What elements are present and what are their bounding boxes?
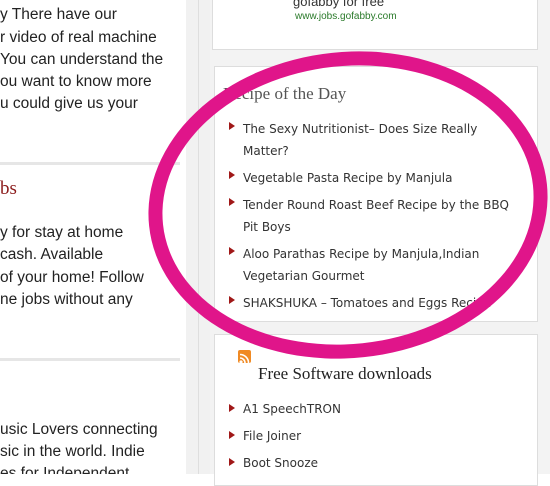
bullet-arrow-icon (229, 296, 235, 304)
recipe-widget-title: Recipe of the Day (223, 84, 347, 103)
bullet-arrow-icon (229, 122, 235, 130)
recipe-link[interactable]: Matter? (243, 140, 289, 162)
ad-url-link[interactable]: www.jobs.gofabby.com (295, 11, 397, 22)
section-heading-jobs[interactable]: bs (0, 178, 17, 200)
recipe-link[interactable]: Pit Boys (243, 216, 291, 238)
rss-feed-icon[interactable] (238, 350, 251, 363)
article-text-line: cash. Available (0, 246, 104, 263)
recipe-link[interactable]: The Sexy Nutritionist– Does Size Really (243, 118, 477, 140)
recipe-link[interactable]: Vegetable Pasta Recipe by Manjula (243, 167, 452, 189)
software-link[interactable]: A1 SpeechTRON (243, 398, 341, 420)
article-text-line: of your home! Follow (0, 269, 144, 286)
software-link[interactable]: Boot Snooze (243, 452, 318, 474)
bullet-arrow-icon (229, 247, 235, 255)
bullet-arrow-icon (229, 198, 235, 206)
article-text-line: ou want to know more (0, 73, 152, 90)
bullet-arrow-icon (229, 431, 235, 439)
main-content-column: y There have our r video of real machine… (0, 0, 186, 474)
ad-title[interactable]: gofabby for free (293, 0, 384, 9)
article-text-line: ne jobs without any (0, 291, 133, 308)
recipe-link[interactable]: Vegetarian Gourmet (243, 265, 365, 287)
bullet-arrow-icon (229, 171, 235, 179)
article-text-line: y for stay at home (0, 224, 124, 241)
recipe-link[interactable]: SHAKSHUKA – Tomatoes and Eggs Recipe (243, 292, 491, 314)
software-widget-title[interactable]: Free Software downloads (258, 364, 432, 384)
section-divider (0, 162, 180, 165)
recipe-link[interactable]: Tender Round Roast Beef Recipe by the BB… (243, 194, 509, 216)
article-text-line: sic in the world. Indie (0, 443, 145, 460)
article-text-line: usic Lovers connecting (0, 421, 158, 438)
article-text-line: u could give us your (0, 95, 138, 112)
article-text-line: y There have our (0, 6, 117, 23)
bullet-arrow-icon (229, 404, 235, 412)
article-text-line: You can understand the (0, 51, 164, 68)
bullet-arrow-icon (229, 458, 235, 466)
column-separator (198, 0, 199, 474)
recipe-link[interactable]: Aloo Parathas Recipe by Manjula,Indian (243, 243, 479, 265)
software-link[interactable]: File Joiner (243, 425, 301, 447)
section-divider (0, 358, 180, 361)
article-text-line: es for Independent (0, 465, 130, 474)
article-text-line: r video of real machine (0, 29, 157, 46)
